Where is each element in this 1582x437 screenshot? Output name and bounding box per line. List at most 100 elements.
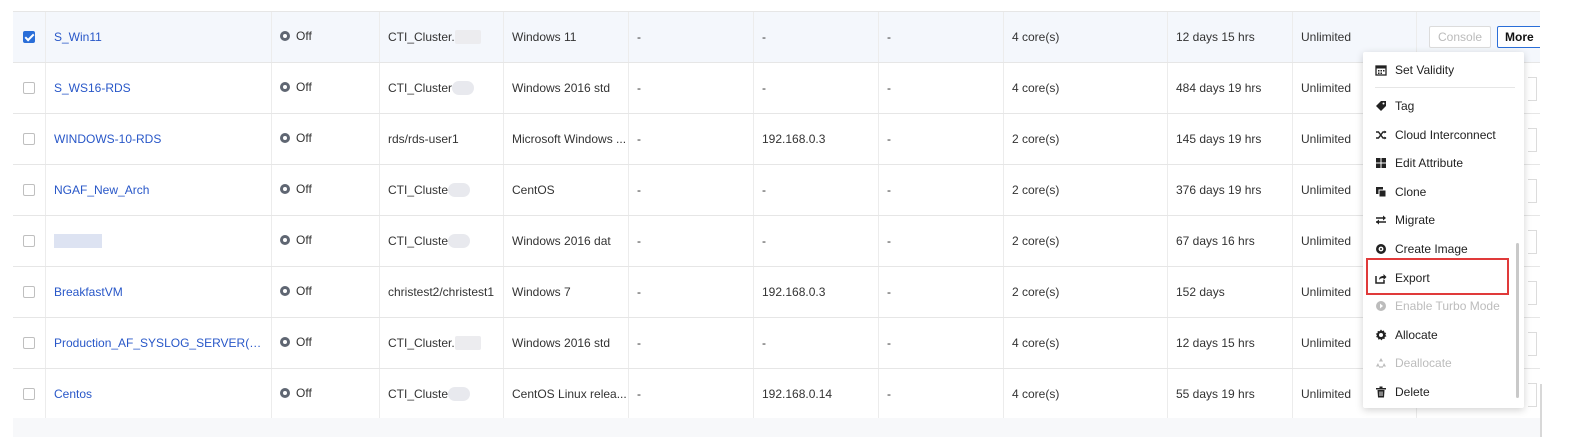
- table-row[interactable]: Centos Off CTI_Cluste CentOS Linux relea…: [13, 369, 1540, 420]
- row-checkbox[interactable]: [23, 388, 35, 400]
- more-button-edge[interactable]: [1528, 230, 1537, 254]
- table-row[interactable]: Off CTI_Cluste Windows 2016 dat - - - 2 …: [13, 216, 1540, 267]
- status-text: Off: [296, 284, 312, 298]
- menu-item-migrate[interactable]: Migrate: [1363, 210, 1513, 230]
- menu-item-label: Edit Attribute: [1395, 156, 1464, 170]
- vm-name-link[interactable]: NGAF_New_Arch: [54, 183, 262, 197]
- os-cell: Windows 7: [503, 267, 628, 317]
- validity-cell: 12 days 15 hrs: [1167, 318, 1292, 368]
- cluster-text: CTI_Cluster.: [388, 336, 455, 350]
- redacted-name: [54, 234, 102, 248]
- vm-name-link[interactable]: Centos: [54, 387, 262, 401]
- more-button-edge[interactable]: [1528, 179, 1537, 203]
- status-text: Off: [296, 335, 312, 349]
- grid-icon: [1375, 157, 1387, 169]
- cluster-text: CTI_Cluste: [388, 387, 449, 401]
- col5-text: -: [637, 387, 641, 401]
- turbo-icon: [1375, 300, 1387, 312]
- table-row[interactable]: S_WS16-RDS Off CTI_Cluster Windows 2016 …: [13, 63, 1540, 114]
- table-row[interactable]: NGAF_New_Arch Off CTI_Cluste CentOS - - …: [13, 165, 1540, 216]
- menu-item-label: Enable Turbo Mode: [1395, 299, 1500, 313]
- menu-item-set-validity[interactable]: Set Validity: [1363, 60, 1513, 80]
- redacted-text: [452, 81, 475, 95]
- validity-text: 152 days: [1176, 285, 1225, 299]
- quota-text: Unlimited: [1301, 387, 1352, 401]
- col7-cell: -: [878, 369, 1003, 419]
- os-text: Windows 11: [512, 30, 577, 44]
- os-text: Microsoft Windows ...: [512, 132, 627, 146]
- menu-item-label: Cloud Interconnect: [1395, 128, 1496, 142]
- ip-text: 192.168.0.3: [762, 285, 826, 299]
- more-button-edge[interactable]: [1528, 77, 1537, 101]
- os-cell: CentOS: [503, 165, 628, 215]
- page-scrollbar[interactable]: [1540, 384, 1542, 437]
- row-checkbox[interactable]: [23, 82, 35, 94]
- ip-cell: 192.168.0.3: [753, 267, 878, 317]
- col7-text: -: [887, 30, 891, 44]
- more-button[interactable]: More: [1497, 26, 1540, 48]
- table-row[interactable]: Production_AF_SYSLOG_SERVER(DO_... Off C…: [13, 318, 1540, 369]
- name-cell: NGAF_New_Arch: [45, 165, 271, 215]
- table-row[interactable]: S_Win11 Off CTI_Cluster. Windows 11 - - …: [13, 12, 1540, 63]
- redacted-text: [448, 183, 471, 197]
- vm-name-link[interactable]: S_WS16-RDS: [54, 81, 262, 95]
- menu-item-allocate[interactable]: Allocate: [1363, 325, 1513, 345]
- vm-name-link[interactable]: Production_AF_SYSLOG_SERVER(DO_...: [54, 336, 262, 350]
- more-button-edge[interactable]: [1528, 332, 1537, 356]
- col5-cell: -: [628, 216, 753, 266]
- col7-cell: -: [878, 318, 1003, 368]
- cluster-cell: CTI_Cluster.: [379, 318, 503, 368]
- ip-cell: -: [753, 165, 878, 215]
- export-highlight-box: [1366, 258, 1509, 295]
- cpu-text: 2 core(s): [1012, 183, 1060, 197]
- menu-item-label: Set Validity: [1395, 63, 1455, 77]
- shuffle-icon: [1375, 129, 1387, 141]
- vm-name-link[interactable]: S_Win11: [54, 30, 262, 44]
- menu-scrollbar[interactable]: [1516, 243, 1519, 398]
- power-off-icon: [280, 235, 290, 245]
- redacted-text: [448, 387, 471, 401]
- row-checkbox[interactable]: [23, 286, 35, 298]
- menu-item-tag[interactable]: Tag: [1363, 96, 1513, 116]
- col5-cell: -: [628, 165, 753, 215]
- row-checkbox[interactable]: [23, 133, 35, 145]
- menu-item-delete[interactable]: Delete: [1363, 382, 1513, 402]
- vm-name-link[interactable]: BreakfastVM: [54, 285, 262, 299]
- row-checkbox[interactable]: [23, 184, 35, 196]
- col5-cell: -: [628, 267, 753, 317]
- col7-text: -: [887, 285, 891, 299]
- cpu-cell: 2 core(s): [1003, 165, 1167, 215]
- row-select-cell: [13, 114, 45, 164]
- more-button-edge[interactable]: [1528, 128, 1537, 152]
- calendar-icon: [1375, 64, 1387, 76]
- row-checkbox[interactable]: [23, 235, 35, 247]
- validity-cell: 152 days: [1167, 267, 1292, 317]
- vm-table: S_Win11 Off CTI_Cluster. Windows 11 - - …: [13, 0, 1540, 420]
- vm-name-link[interactable]: WINDOWS-10-RDS: [54, 132, 262, 146]
- cluster-text: CTI_Cluster.: [388, 30, 455, 44]
- menu-item-edit-attribute[interactable]: Edit Attribute: [1363, 153, 1513, 173]
- os-cell: Microsoft Windows ...: [503, 114, 628, 164]
- menu-item-create-image[interactable]: Create Image: [1363, 239, 1513, 259]
- table-row[interactable]: WINDOWS-10-RDS Off rds/rds-user1 Microso…: [13, 114, 1540, 165]
- cpu-text: 2 core(s): [1012, 234, 1060, 248]
- more-button-edge[interactable]: [1528, 281, 1537, 305]
- validity-text: 67 days 16 hrs: [1176, 234, 1255, 248]
- cluster-cell: CTI_Cluste: [379, 369, 503, 419]
- row-checkbox[interactable]: [23, 337, 35, 349]
- menu-item-label: Clone: [1395, 185, 1427, 199]
- console-button[interactable]: Console: [1429, 26, 1492, 48]
- col7-cell: -: [878, 12, 1003, 62]
- col5-text: -: [637, 285, 641, 299]
- menu-item-cloud-interconnect[interactable]: Cloud Interconnect: [1363, 125, 1513, 145]
- ip-cell: -: [753, 12, 878, 62]
- table-row[interactable]: BreakfastVM Off christest2/christest1 Wi…: [13, 267, 1540, 318]
- more-button-edge[interactable]: [1528, 383, 1537, 407]
- name-cell: BreakfastVM: [45, 267, 271, 317]
- menu-item-clone[interactable]: Clone: [1363, 182, 1513, 202]
- ip-text: -: [762, 81, 766, 95]
- col5-cell: -: [628, 63, 753, 113]
- row-checkbox[interactable]: [23, 31, 35, 43]
- validity-cell: 376 days 19 hrs: [1167, 165, 1292, 215]
- menu-item-label: Tag: [1395, 99, 1415, 113]
